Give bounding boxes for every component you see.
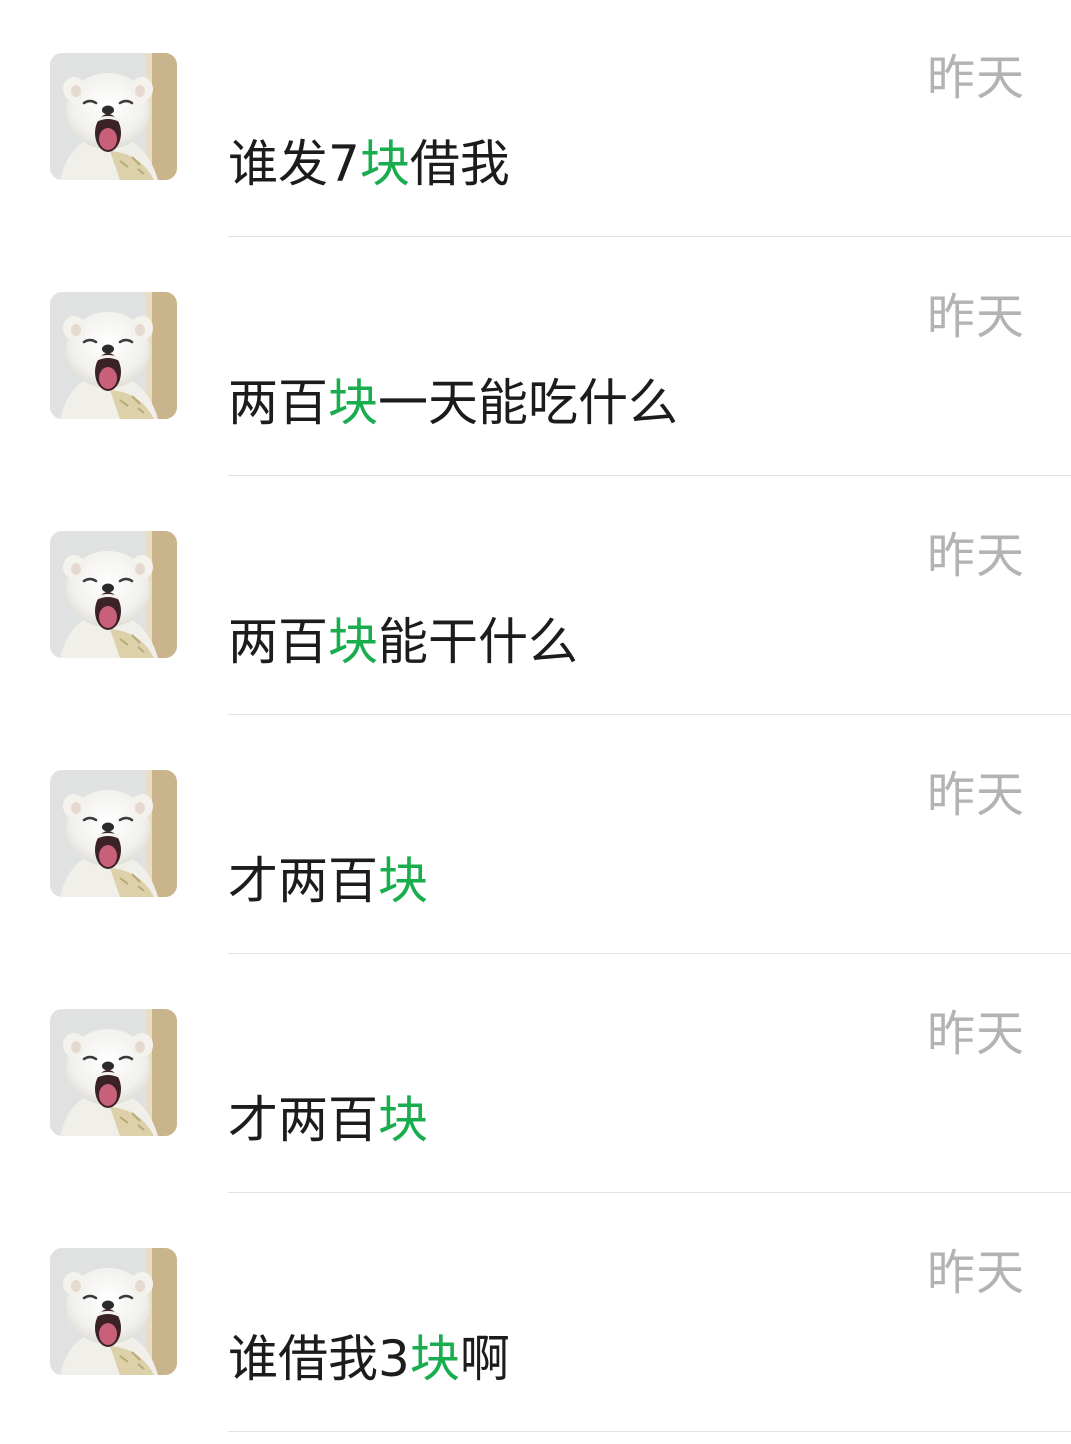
puppy-avatar-icon[interactable] — [50, 1009, 177, 1136]
chat-last-message: 才两百块 — [228, 849, 428, 913]
chat-time: 昨天 — [926, 289, 1025, 345]
message-highlight: 块 — [359, 135, 410, 193]
message-text: 才两百 — [228, 1091, 378, 1149]
row-divider — [228, 1431, 1071, 1432]
chat-time: 昨天 — [926, 1006, 1025, 1062]
row-divider — [228, 475, 1071, 476]
message-highlight: 块 — [409, 1330, 460, 1388]
message-text: 借我 — [409, 135, 510, 193]
message-text: 一天能吃什么 — [378, 374, 678, 432]
message-text: 能干什么 — [378, 613, 578, 671]
message-text: 两百 — [228, 374, 328, 432]
puppy-avatar-icon[interactable] — [50, 770, 177, 897]
chat-last-message: 谁借我3块啊 — [228, 1327, 510, 1391]
chat-row[interactable]: 昨天 才两百块 — [0, 717, 1071, 956]
chat-last-message: 谁发7块借我 — [228, 132, 510, 196]
message-text: 谁发7 — [228, 135, 360, 193]
row-divider — [228, 953, 1071, 954]
chat-row[interactable]: 昨天 谁借我3块啊 — [0, 1195, 1071, 1434]
puppy-avatar-icon[interactable] — [50, 531, 177, 658]
chat-last-message: 才两百块 — [228, 1088, 428, 1152]
message-highlight: 块 — [328, 374, 378, 432]
chat-time: 昨天 — [926, 50, 1025, 106]
chat-time: 昨天 — [926, 767, 1025, 823]
row-divider — [228, 714, 1071, 715]
chat-row[interactable]: 昨天 两百块能干什么 — [0, 478, 1071, 717]
message-highlight: 块 — [378, 852, 428, 910]
chat-list: 昨天 谁发7块借我 昨天 两百块一天能吃什么 昨天 两百块能干什么 昨天 才两百… — [0, 0, 1071, 1444]
chat-time: 昨天 — [926, 1245, 1025, 1301]
chat-time: 昨天 — [926, 528, 1025, 584]
row-divider — [228, 1192, 1071, 1193]
message-text: 两百 — [228, 613, 328, 671]
chat-row[interactable]: 昨天 才两百块 — [0, 956, 1071, 1195]
row-divider — [228, 236, 1071, 237]
message-highlight: 块 — [378, 1091, 428, 1149]
puppy-avatar-icon[interactable] — [50, 1248, 177, 1375]
chat-row[interactable]: 昨天 两百块一天能吃什么 — [0, 239, 1071, 478]
puppy-avatar-icon[interactable] — [50, 292, 177, 419]
message-text: 谁借我3 — [228, 1330, 410, 1388]
puppy-avatar-icon[interactable] — [50, 53, 177, 180]
message-highlight: 块 — [328, 613, 378, 671]
message-text: 才两百 — [228, 852, 378, 910]
chat-last-message: 两百块能干什么 — [228, 610, 578, 674]
message-text: 啊 — [459, 1330, 510, 1388]
chat-last-message: 两百块一天能吃什么 — [228, 371, 678, 435]
chat-row[interactable]: 昨天 谁发7块借我 — [0, 0, 1071, 239]
